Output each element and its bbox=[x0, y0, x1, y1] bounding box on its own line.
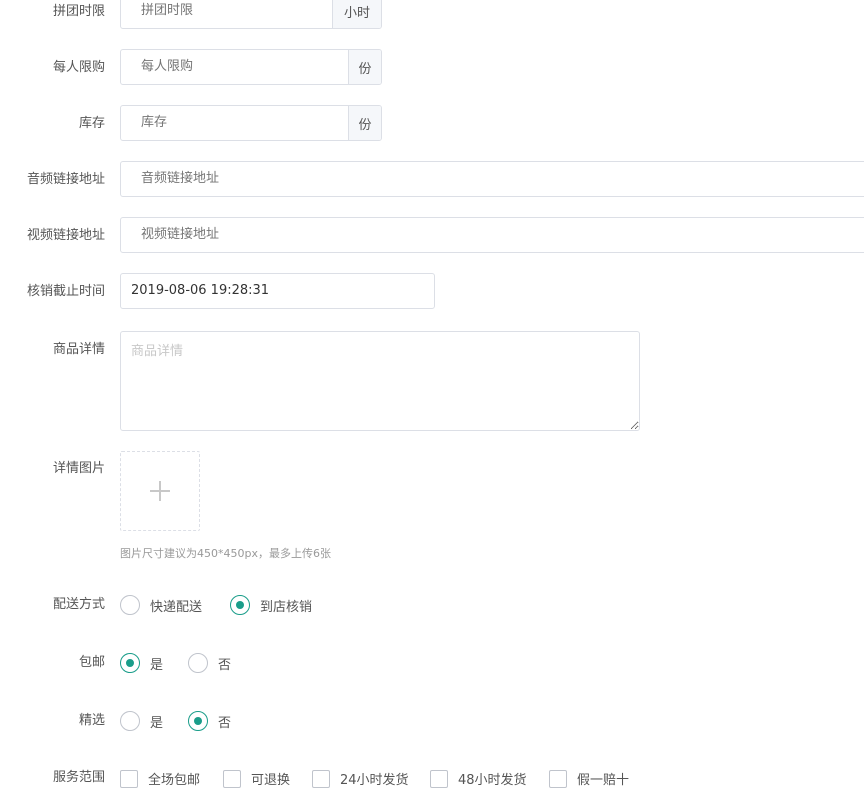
group-time-input[interactable] bbox=[121, 0, 332, 28]
deadline-field[interactable] bbox=[120, 273, 435, 309]
stock-unit: 份 bbox=[348, 106, 381, 140]
option-label: 否 bbox=[218, 657, 232, 673]
video-link-input[interactable] bbox=[121, 218, 864, 252]
video-link-label: 视频链接地址 bbox=[26, 228, 105, 243]
option-label: 假一赔十 bbox=[577, 773, 630, 788]
per-limit-input[interactable] bbox=[121, 50, 348, 84]
detail-label: 商品详情 bbox=[52, 342, 105, 357]
audio-link-label: 音频链接地址 bbox=[26, 172, 105, 187]
delivery-label: 配送方式 bbox=[52, 597, 105, 612]
service-option-fake-compensation[interactable]: 假一赔十 bbox=[549, 769, 629, 788]
radio-circle[interactable] bbox=[120, 595, 140, 615]
stock-label: 库存 bbox=[78, 116, 105, 131]
detail-images-label: 详情图片 bbox=[52, 461, 105, 476]
video-link-field[interactable] bbox=[120, 217, 864, 253]
radio-circle-checked[interactable] bbox=[188, 711, 208, 731]
option-label: 到店核销 bbox=[260, 599, 313, 615]
stock-input[interactable] bbox=[121, 106, 348, 140]
option-label: 否 bbox=[218, 715, 232, 731]
free-shipping-option-yes[interactable]: 是 bbox=[120, 653, 163, 673]
delivery-option-express[interactable]: 快递配送 bbox=[120, 595, 202, 615]
service-scope-label: 服务范围 bbox=[52, 770, 105, 785]
per-limit-unit: 份 bbox=[348, 50, 381, 84]
option-label: 是 bbox=[150, 715, 164, 731]
per-limit-field[interactable]: 份 bbox=[120, 49, 382, 85]
option-label: 是 bbox=[150, 657, 164, 673]
checkbox[interactable] bbox=[120, 769, 138, 788]
image-upload-button[interactable] bbox=[120, 451, 200, 531]
radio-circle-checked[interactable] bbox=[230, 595, 250, 615]
checkbox[interactable] bbox=[312, 769, 330, 788]
delivery-option-store[interactable]: 到店核销 bbox=[230, 595, 312, 615]
service-option-48h-ship[interactable]: 48小时发货 bbox=[430, 769, 527, 788]
deadline-input[interactable] bbox=[121, 274, 434, 308]
radio-circle[interactable] bbox=[188, 653, 208, 673]
deadline-label: 核销截止时间 bbox=[26, 284, 105, 299]
checkbox[interactable] bbox=[223, 769, 241, 788]
featured-option-no[interactable]: 否 bbox=[188, 711, 231, 731]
radio-circle-checked[interactable] bbox=[120, 653, 140, 673]
free-shipping-option-no[interactable]: 否 bbox=[188, 653, 231, 673]
featured-option-yes[interactable]: 是 bbox=[120, 711, 163, 731]
service-option-returnable[interactable]: 可退换 bbox=[223, 769, 290, 788]
group-time-field[interactable]: 小时 bbox=[120, 0, 382, 29]
audio-link-field[interactable] bbox=[120, 161, 864, 197]
radio-circle[interactable] bbox=[120, 711, 140, 731]
option-label: 48小时发货 bbox=[458, 773, 527, 788]
free-shipping-label: 包邮 bbox=[78, 655, 105, 670]
group-time-unit: 小时 bbox=[332, 0, 381, 28]
featured-label: 精选 bbox=[78, 713, 105, 728]
option-label: 可退换 bbox=[251, 773, 291, 788]
service-option-24h-ship[interactable]: 24小时发货 bbox=[312, 769, 409, 788]
stock-field[interactable]: 份 bbox=[120, 105, 382, 141]
option-label: 全场包邮 bbox=[148, 773, 201, 788]
option-label: 24小时发货 bbox=[340, 773, 409, 788]
service-option-free-shipping[interactable]: 全场包邮 bbox=[120, 769, 200, 788]
plus-icon bbox=[150, 481, 170, 501]
audio-link-input[interactable] bbox=[121, 162, 864, 196]
checkbox[interactable] bbox=[549, 769, 567, 788]
upload-hint: 图片尺寸建议为450*450px，最多上传6张 bbox=[120, 547, 331, 560]
option-label: 快递配送 bbox=[150, 599, 203, 615]
checkbox[interactable] bbox=[430, 769, 448, 788]
per-limit-label: 每人限购 bbox=[52, 60, 105, 75]
detail-textarea[interactable] bbox=[120, 331, 640, 431]
group-time-label: 拼团时限 bbox=[52, 4, 105, 19]
